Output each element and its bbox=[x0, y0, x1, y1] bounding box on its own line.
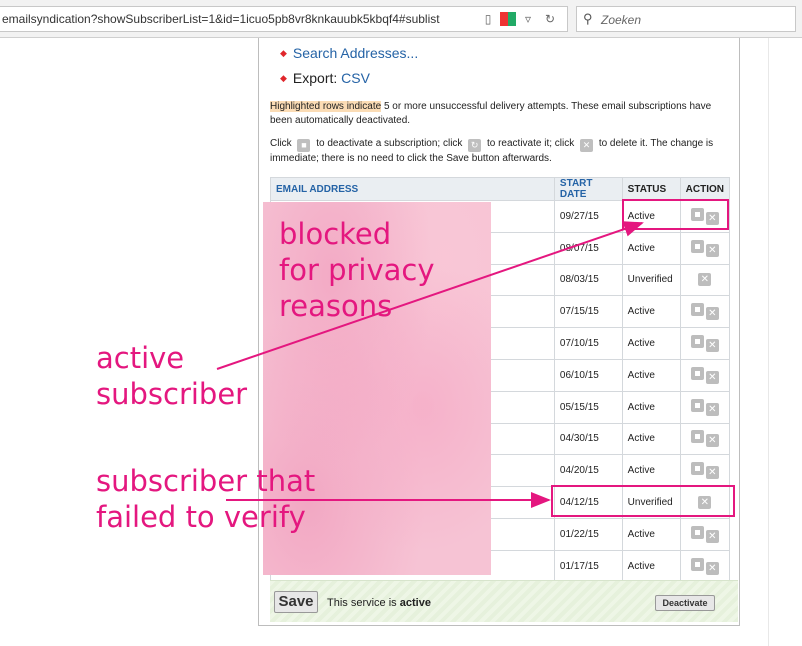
col-action-header: ACTION bbox=[679, 177, 731, 201]
annotation-privacy: blocked for privacy reasons bbox=[279, 217, 435, 323]
action-cell: ✕ bbox=[679, 231, 731, 265]
deactivate-icon[interactable] bbox=[690, 303, 704, 317]
search-addresses-row: ◆ Search Addresses... bbox=[280, 45, 418, 61]
delete-icon: ✕ bbox=[580, 139, 594, 152]
col-start-date-header[interactable]: START DATE bbox=[553, 177, 623, 201]
delete-icon[interactable]: ✕ bbox=[705, 370, 719, 384]
action-cell: ✕ bbox=[679, 390, 731, 424]
start-date-cell: 04/30/15 bbox=[553, 422, 623, 456]
delete-icon[interactable]: ✕ bbox=[705, 434, 719, 448]
delete-icon[interactable]: ✕ bbox=[705, 307, 719, 321]
start-date-cell: 05/15/15 bbox=[553, 390, 623, 424]
export-label: Export: bbox=[292, 70, 338, 86]
deactivate-icon[interactable] bbox=[690, 430, 704, 444]
col-status-header: STATUS bbox=[621, 177, 681, 201]
deactivate-icon[interactable] bbox=[690, 398, 704, 412]
browser-toolbar: emailsyndication?showSubscriberList=1&id… bbox=[0, 0, 802, 38]
start-date-cell: 01/17/15 bbox=[553, 549, 623, 583]
action-cell: ✕ bbox=[679, 263, 731, 297]
col-email-header[interactable]: EMAIL ADDRESS bbox=[270, 177, 555, 201]
status-cell: Active bbox=[621, 390, 681, 424]
note-text: to deactivate a subscription; click bbox=[316, 138, 463, 149]
delete-icon[interactable]: ✕ bbox=[705, 339, 719, 353]
delete-icon[interactable]: ✕ bbox=[698, 273, 712, 287]
delete-icon[interactable]: ✕ bbox=[705, 561, 719, 575]
deactivate-icon[interactable] bbox=[690, 366, 704, 380]
address-bar[interactable]: emailsyndication?showSubscriberList=1&id… bbox=[0, 6, 568, 32]
delete-icon[interactable]: ✕ bbox=[705, 243, 719, 257]
service-status-label: This service is bbox=[327, 597, 400, 609]
status-cell: Active bbox=[621, 231, 681, 265]
service-status: This service is active bbox=[327, 597, 431, 609]
start-date-cell: 01/22/15 bbox=[553, 517, 623, 551]
reader-icon[interactable]: ▯ bbox=[480, 12, 496, 26]
highlight-sample: Highlighted rows indicate bbox=[270, 101, 382, 112]
start-date-cell: 07/10/15 bbox=[553, 327, 623, 360]
action-cell: ✕ bbox=[679, 454, 731, 488]
dropdown-icon[interactable]: ▿ bbox=[520, 12, 536, 26]
note-text: to reactivate it; click bbox=[486, 138, 575, 149]
delete-icon[interactable]: ✕ bbox=[705, 529, 719, 543]
save-button[interactable]: Save bbox=[274, 591, 318, 613]
search-bar[interactable]: ⚲ Zoeken bbox=[576, 6, 796, 32]
service-state: active bbox=[399, 597, 431, 609]
start-date-cell: 04/20/15 bbox=[553, 454, 623, 488]
deactivate-service-button[interactable]: Deactivate bbox=[655, 595, 715, 611]
status-cell: Active bbox=[621, 422, 681, 456]
action-cell: ✕ bbox=[679, 517, 731, 551]
search-placeholder: Zoeken bbox=[601, 13, 642, 27]
action-cell: ✕ bbox=[679, 549, 731, 583]
scrollbar[interactable] bbox=[768, 38, 802, 646]
export-csv-link[interactable]: CSV bbox=[341, 70, 370, 86]
start-date-cell: 09/27/15 bbox=[553, 200, 623, 233]
export-row: ◆ Export: CSV bbox=[280, 70, 370, 86]
action-note: Click ■ to deactivate a subscription; cl… bbox=[270, 137, 730, 166]
deactivate-icon[interactable] bbox=[690, 525, 704, 539]
deactivate-icon[interactable] bbox=[690, 557, 704, 571]
status-cell: Active bbox=[621, 517, 681, 551]
deactivate-icon[interactable] bbox=[690, 335, 704, 349]
delete-icon[interactable]: ✕ bbox=[705, 402, 719, 416]
highlight-box-unverified bbox=[551, 485, 735, 517]
status-cell: Active bbox=[621, 327, 681, 360]
search-addresses-link[interactable]: Search Addresses... bbox=[293, 45, 418, 61]
table-header: EMAIL ADDRESS START DATE STATUS ACTION bbox=[270, 177, 731, 201]
action-cell: ✕ bbox=[679, 295, 731, 329]
action-cell: ✕ bbox=[679, 327, 731, 360]
deactivate-icon[interactable] bbox=[690, 462, 704, 476]
action-cell: ✕ bbox=[679, 358, 731, 392]
refresh-icon[interactable]: ↻ bbox=[542, 12, 558, 26]
start-date-cell: 08/07/15 bbox=[553, 231, 623, 265]
highlight-note: Highlighted rows indicate 5 or more unsu… bbox=[270, 100, 730, 128]
status-cell: Unverified bbox=[621, 263, 681, 297]
save-bar: Save This service is active Deactivate bbox=[270, 580, 738, 622]
status-cell: Active bbox=[621, 295, 681, 329]
start-date-cell: 07/15/15 bbox=[553, 295, 623, 329]
annotation-unverified: subscriber that failed to verify bbox=[96, 464, 316, 534]
reactivate-icon: ↻ bbox=[468, 139, 482, 152]
deactivate-icon[interactable] bbox=[690, 239, 704, 253]
bullet-icon: ◆ bbox=[280, 73, 287, 83]
url-text[interactable]: emailsyndication?showSubscriberList=1&id… bbox=[2, 12, 472, 26]
magnifier-icon: ⚲ bbox=[583, 11, 593, 26]
highlight-box-active bbox=[622, 199, 729, 230]
status-cell: Active bbox=[621, 454, 681, 488]
annotation-active: active subscriber bbox=[96, 341, 248, 411]
deactivate-icon: ■ bbox=[297, 139, 311, 152]
start-date-cell: 06/10/15 bbox=[553, 358, 623, 392]
bullet-icon: ◆ bbox=[280, 48, 287, 58]
extension-icon[interactable] bbox=[500, 12, 516, 26]
start-date-cell: 08/03/15 bbox=[553, 263, 623, 297]
status-cell: Active bbox=[621, 549, 681, 583]
delete-icon[interactable]: ✕ bbox=[705, 466, 719, 480]
action-cell: ✕ bbox=[679, 422, 731, 456]
status-cell: Active bbox=[621, 358, 681, 392]
note-text: Click bbox=[270, 138, 292, 149]
